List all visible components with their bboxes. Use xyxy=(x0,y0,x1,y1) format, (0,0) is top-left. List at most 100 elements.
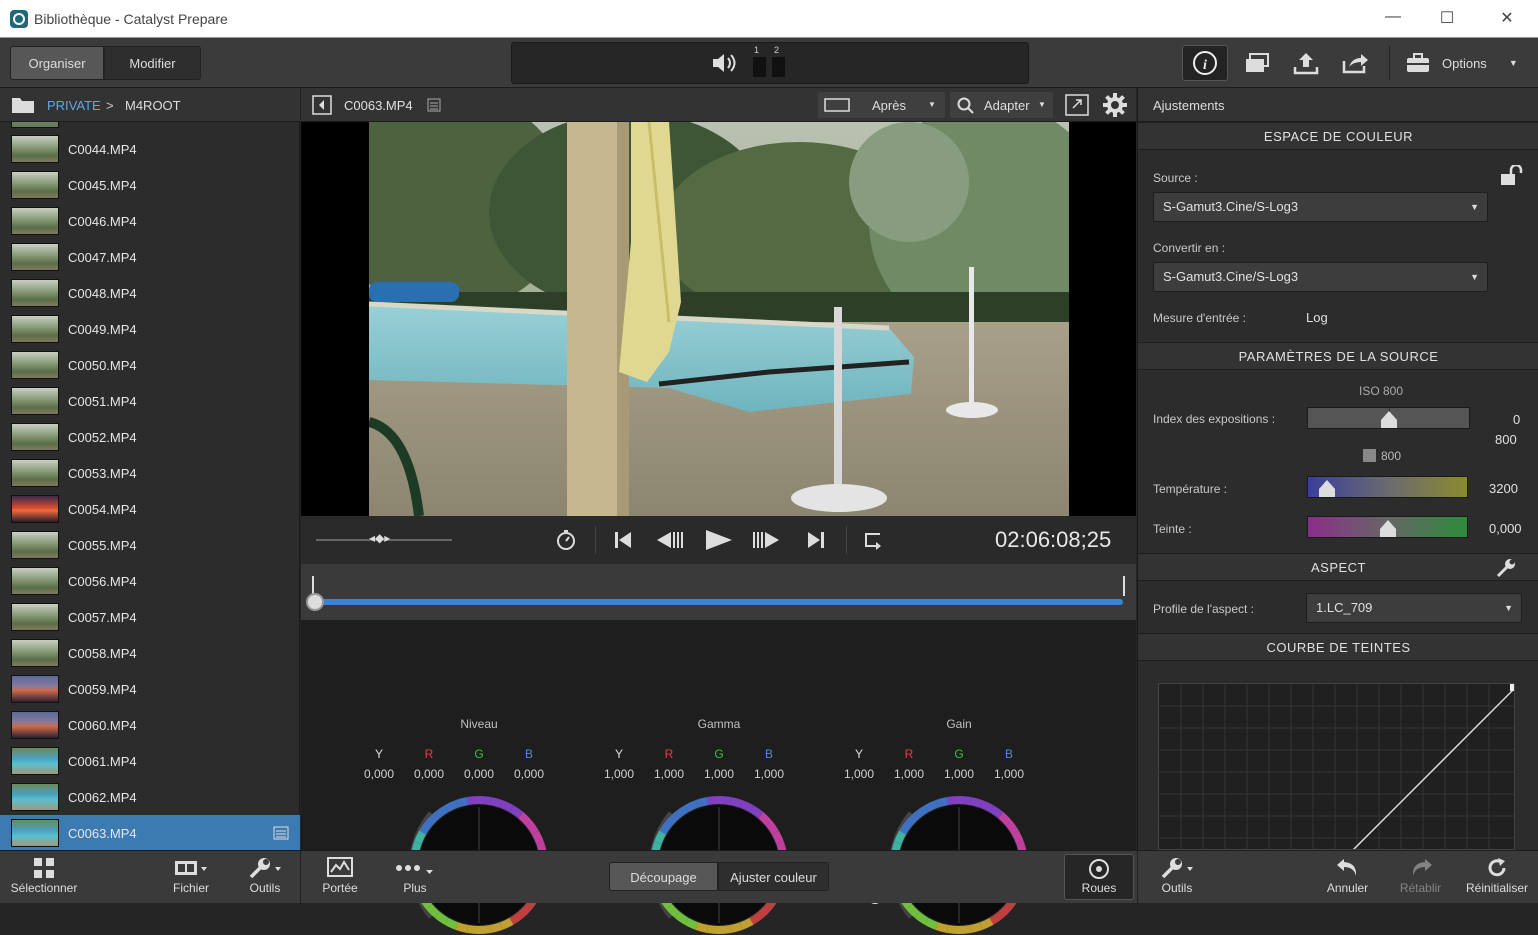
section-color-space[interactable]: ESPACE DE COULEUR xyxy=(1138,122,1538,150)
tools-button-right[interactable]: Outils xyxy=(1152,855,1202,895)
file-list-item[interactable]: C0045.MP4 xyxy=(0,167,300,203)
speaker-icon[interactable] xyxy=(710,51,738,78)
channel-label-r: R xyxy=(904,747,914,761)
file-list-item[interactable]: C0054.MP4 xyxy=(0,491,300,527)
breadcrumb-private[interactable]: PRIVATE xyxy=(47,98,101,113)
loop-icon[interactable] xyxy=(862,530,884,553)
scope-button[interactable]: Portée xyxy=(315,855,365,895)
file-list-item[interactable]: C0047.MP4 xyxy=(0,239,300,275)
options-button[interactable]: Options ▼ xyxy=(1405,46,1525,80)
channel-value-b[interactable]: 0,000 xyxy=(504,767,554,781)
exposure-slider[interactable] xyxy=(1307,407,1470,429)
convert-dropdown[interactable]: S-Gamut3.Cine/S-Log3 ▼ xyxy=(1153,262,1488,292)
section-tone-curve[interactable]: COURBE DE TEINTES xyxy=(1138,633,1538,661)
file-list-item[interactable]: C0049.MP4 xyxy=(0,311,300,347)
file-list-item[interactable]: C0060.MP4 xyxy=(0,707,300,743)
timeline-range-bar[interactable] xyxy=(313,599,1123,605)
file-list-item[interactable]: C0062.MP4 xyxy=(0,779,300,815)
metadata-icon[interactable] xyxy=(273,826,289,840)
redo-button[interactable]: Rétablir xyxy=(1393,855,1448,895)
tools-button-left[interactable]: Outils xyxy=(240,855,290,895)
file-list-item[interactable]: C0056.MP4 xyxy=(0,563,300,599)
select-button[interactable]: Sélectionner xyxy=(4,855,84,895)
channel-value-r[interactable]: 1,000 xyxy=(884,767,934,781)
file-list[interactable]: C0044.MP4 C0045.MP4 C0046.MP4 C0047.MP4 C004… xyxy=(0,122,300,850)
step-forward-icon[interactable] xyxy=(753,530,781,553)
close-button[interactable]: ✕ xyxy=(1492,8,1522,28)
step-back-icon[interactable] xyxy=(655,530,683,553)
metadata-icon[interactable] xyxy=(427,98,441,115)
temperature-slider[interactable] xyxy=(1307,476,1468,498)
file-list-item[interactable]: C0055.MP4 xyxy=(0,527,300,563)
reset-button[interactable]: Réinitialiser xyxy=(1460,855,1534,895)
compare-mode-dropdown[interactable]: Après ▼ xyxy=(818,92,945,118)
file-menu-button[interactable]: Fichier xyxy=(165,855,217,895)
skip-end-icon[interactable] xyxy=(806,530,826,553)
file-list-item[interactable]: C0057.MP4 xyxy=(0,599,300,635)
channel-value-y[interactable]: 1,000 xyxy=(594,767,644,781)
video-preview[interactable] xyxy=(301,122,1136,516)
file-list-item[interactable]: C0048.MP4 xyxy=(0,275,300,311)
file-list-item[interactable]: C0053.MP4 xyxy=(0,455,300,491)
channel-value-y[interactable]: 1,000 xyxy=(834,767,884,781)
slider-knob[interactable] xyxy=(1380,520,1396,529)
tint-slider[interactable] xyxy=(1307,516,1468,538)
tab-ajuster-couleur[interactable]: Ajuster couleur xyxy=(718,862,829,891)
section-look[interactable]: ASPECT xyxy=(1138,553,1538,581)
slider-knob[interactable] xyxy=(1381,411,1397,420)
tab-organiser[interactable]: Organiser xyxy=(10,46,104,80)
timeline[interactable] xyxy=(301,564,1136,620)
out-point-marker[interactable] xyxy=(1123,576,1125,596)
undo-button[interactable]: Annuler xyxy=(1320,855,1375,895)
file-list-item[interactable]: C0063.MP4 xyxy=(0,815,300,850)
slider-knob-body[interactable] xyxy=(1319,489,1335,497)
jog-handle-icon[interactable]: ◂◆▸ xyxy=(369,531,390,545)
file-list-item[interactable]: C0061.MP4 xyxy=(0,743,300,779)
slider-knob[interactable] xyxy=(1319,480,1335,489)
file-list-item[interactable]: C0058.MP4 xyxy=(0,635,300,671)
panel-toggle-icon[interactable] xyxy=(312,95,332,118)
skip-start-icon[interactable] xyxy=(613,530,633,553)
folder-icon[interactable] xyxy=(11,96,35,117)
section-source-params[interactable]: PARAMÈTRES DE LA SOURCE xyxy=(1138,342,1538,370)
maximize-button[interactable]: ☐ xyxy=(1432,8,1462,28)
zoom-dropdown[interactable]: Adapter ▼ xyxy=(950,92,1053,118)
slider-knob-body[interactable] xyxy=(1381,420,1397,428)
source-dropdown[interactable]: S-Gamut3.Cine/S-Log3 ▼ xyxy=(1153,192,1488,222)
tone-curve-graph[interactable] xyxy=(1158,683,1515,850)
unlock-icon[interactable] xyxy=(1499,163,1525,190)
look-profile-dropdown[interactable]: 1.LC_709 ▼ xyxy=(1306,593,1522,623)
channel-value-g[interactable]: 1,000 xyxy=(694,767,744,781)
minimize-button[interactable]: — xyxy=(1378,8,1408,26)
clip-thumbnail xyxy=(11,387,59,415)
gear-icon[interactable] xyxy=(1102,92,1128,121)
channel-value-r[interactable]: 1,000 xyxy=(644,767,694,781)
fullscreen-icon[interactable] xyxy=(1065,94,1089,119)
channel-value-g[interactable]: 0,000 xyxy=(454,767,504,781)
file-list-item[interactable]: C0044.MP4 xyxy=(0,131,300,167)
file-list-item[interactable]: C0046.MP4 xyxy=(0,203,300,239)
slider-knob-body[interactable] xyxy=(1380,529,1396,537)
wheels-button[interactable]: Roues xyxy=(1064,854,1134,900)
tab-modifier[interactable]: Modifier xyxy=(104,46,201,80)
file-list-item[interactable]: C0052.MP4 xyxy=(0,419,300,455)
more-button[interactable]: Plus xyxy=(390,855,440,895)
channel-value-g[interactable]: 1,000 xyxy=(934,767,984,781)
file-list-item[interactable]: C0059.MP4 xyxy=(0,671,300,707)
upload-icon[interactable] xyxy=(1283,45,1329,81)
channel-value-b[interactable]: 1,000 xyxy=(984,767,1034,781)
info-icon[interactable]: i xyxy=(1182,45,1228,81)
play-icon[interactable] xyxy=(704,528,734,555)
file-list-item[interactable]: C0050.MP4 xyxy=(0,347,300,383)
playhead-handle[interactable] xyxy=(306,593,324,611)
breadcrumb-m4root[interactable]: M4ROOT xyxy=(125,98,181,113)
tab-decoupage[interactable]: Découpage xyxy=(609,862,718,891)
copy-icon[interactable] xyxy=(1234,45,1280,81)
channel-value-y[interactable]: 0,000 xyxy=(354,767,404,781)
file-list-item[interactable]: C0051.MP4 xyxy=(0,383,300,419)
channel-value-b[interactable]: 1,000 xyxy=(744,767,794,781)
share-icon[interactable] xyxy=(1332,45,1378,81)
stopwatch-icon[interactable] xyxy=(555,529,577,554)
wrench-icon[interactable] xyxy=(1495,557,1517,582)
channel-value-r[interactable]: 0,000 xyxy=(404,767,454,781)
